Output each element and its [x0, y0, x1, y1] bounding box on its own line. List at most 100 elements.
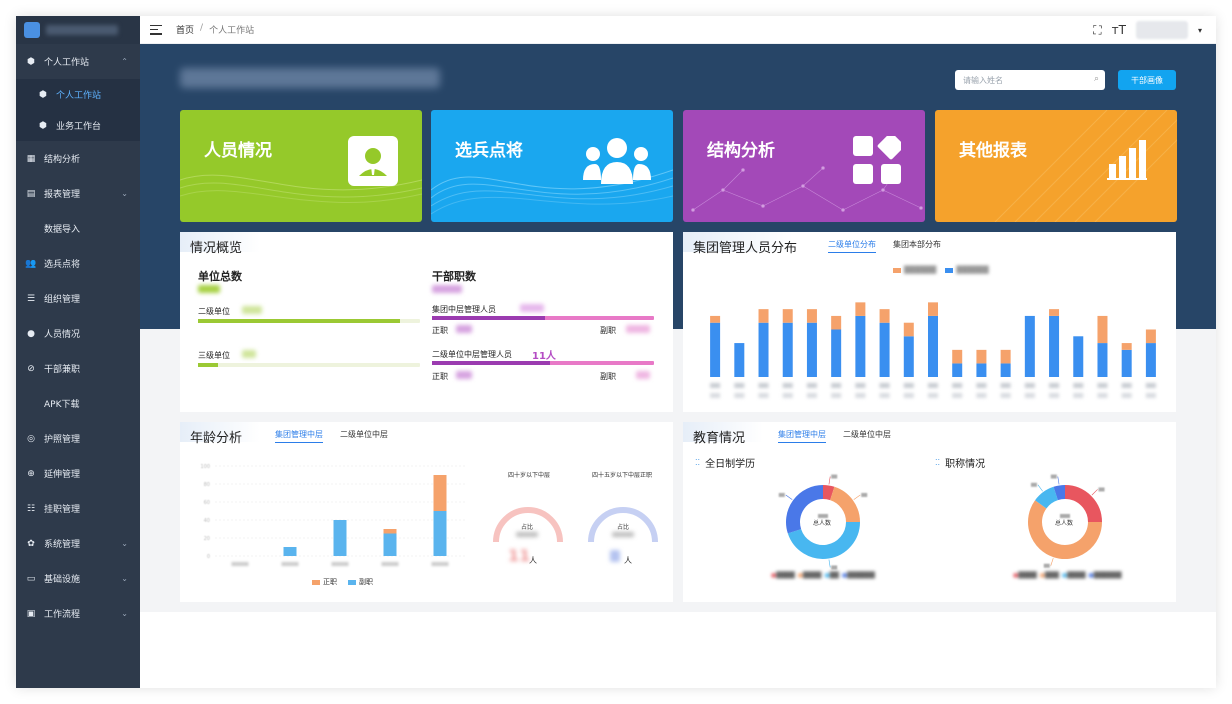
- blank-icon: [26, 224, 36, 234]
- sidebar-item-11[interactable]: ◎ 护照管理: [16, 421, 140, 456]
- chevron-down-icon[interactable]: ⌄: [121, 574, 128, 583]
- sidebar-item-16[interactable]: ▣ 工作流程 ⌄: [16, 596, 140, 631]
- sidebar-item-9[interactable]: ⊘ 干部兼职: [16, 351, 140, 386]
- donut-leader-3: [785, 494, 793, 500]
- tab-sub-unit-mid[interactable]: 二级单位中层: [843, 429, 891, 440]
- page-title-blurred: [180, 68, 440, 88]
- card-structure-analysis[interactable]: 结构分析: [683, 110, 925, 222]
- font-size-icon[interactable]: тT: [1112, 23, 1126, 37]
- chevron-down-icon[interactable]: ⌄: [121, 539, 128, 548]
- card-select-cadres[interactable]: 选兵点将: [431, 110, 673, 222]
- title-subtitle: ⁚⁚ 职称情况: [935, 455, 985, 470]
- user-avatar-blurred[interactable]: [1135, 21, 1188, 39]
- sidebar-item-3[interactable]: ▦ 结构分析: [16, 141, 140, 176]
- dist-xlabel2-blurred-8: [903, 393, 914, 398]
- dist-xlabel-blurred-18: [1145, 383, 1156, 388]
- sidebar-item-8[interactable]: ● 人员情况: [16, 316, 140, 351]
- sidebar-item-2[interactable]: ⬢ 业务工作台: [16, 110, 140, 141]
- tab-hq-distribution[interactable]: 集团本部分布: [893, 239, 941, 250]
- dist-xlabel2-blurred-10: [952, 393, 963, 398]
- age-ytick: 100: [200, 464, 210, 470]
- chevron-down-icon[interactable]: ▾: [1198, 26, 1202, 35]
- sub-mid-fu-label: 副职: [600, 372, 616, 381]
- card-personnel[interactable]: 人员情况: [180, 110, 422, 222]
- chevron-down-icon[interactable]: ⌄: [121, 189, 128, 198]
- dist-xlabel-blurred-16: [1097, 383, 1108, 388]
- sidebar-item-7[interactable]: ☰ 组织管理: [16, 281, 140, 316]
- sidebar-item-0[interactable]: ⬢ 个人工作站 ⌃: [16, 44, 140, 79]
- sidebar-item-label: 工作流程: [44, 610, 81, 620]
- fulltime-subtitle-text: 全日制学历: [705, 459, 756, 470]
- briefcase-icon: ▣: [26, 608, 36, 619]
- gauge1-unit: 人: [529, 556, 537, 565]
- title-subtitle-text: 职称情况: [945, 459, 986, 470]
- sidebar-menu: ⬢ 个人工作站 ⌃ ⬢ 个人工作站 ⬢ 业务工作台 ▦ 结构分析 ▤ 报表管理 ⌄ 数据导入 👥 选兵点将 ☰…: [16, 44, 140, 631]
- dist-bar-1-11: [976, 363, 987, 377]
- bar-chart-icon: [1107, 140, 1147, 180]
- donut-label-blurred-3: [778, 492, 785, 497]
- search-icon[interactable]: ⌕: [1094, 74, 1099, 84]
- gear-icon: ✿: [27, 538, 35, 549]
- sidebar-item-label: 挂职管理: [44, 505, 81, 515]
- brand[interactable]: [16, 16, 140, 44]
- sidebar-item-6[interactable]: 👥 选兵点将: [16, 246, 140, 281]
- tab-group-mid[interactable]: 集团管理中层: [275, 429, 323, 443]
- sidebar-item-12[interactable]: ⊕ 延伸管理: [16, 456, 140, 491]
- sidebar-item-1[interactable]: ⬢ 个人工作站: [16, 79, 140, 110]
- sidebar-item-label: 个人工作站: [44, 58, 90, 68]
- person-badge-icon: [348, 136, 398, 186]
- card-other-reports[interactable]: 其他报表: [935, 110, 1177, 222]
- sidebar-item-5[interactable]: 数据导入: [16, 211, 140, 246]
- tab-sub-unit-distribution[interactable]: 二级单位分布: [828, 239, 876, 253]
- topbar: 首页 / 个人工作站 ⛶ тT ▾: [140, 16, 1216, 44]
- chevron-down-icon[interactable]: ⌄: [121, 609, 128, 618]
- sidebar-item-label: 选兵点将: [44, 260, 81, 270]
- panel-title: 教育情况: [693, 431, 746, 446]
- sidebar-item-4[interactable]: ▤ 报表管理 ⌄: [16, 176, 140, 211]
- panel-title: 年龄分析: [190, 431, 243, 446]
- dist-xlabel-blurred-13: [1024, 383, 1035, 388]
- blank-icon: [26, 399, 36, 409]
- dist-xlabel-blurred-5: [831, 383, 842, 388]
- table-icon: ▤: [26, 188, 36, 199]
- sub-mid-zheng-blurred: [456, 371, 472, 379]
- sidebar-item-15[interactable]: ▭ 基础设施 ⌄: [16, 561, 140, 596]
- person-icon: ●: [27, 328, 35, 339]
- dist-xlabel2-blurred-14: [1049, 393, 1060, 398]
- search-input[interactable]: 请输入姓名 ⌕: [955, 70, 1105, 90]
- breadcrumb-home[interactable]: 首页: [176, 23, 194, 36]
- dist-bar-1-8: [903, 336, 914, 377]
- footer-area: [140, 612, 1216, 688]
- gauge1-label: 四十岁以下中层: [508, 472, 551, 479]
- chevron-up-icon[interactable]: ⌃: [121, 57, 128, 66]
- dist-bar-1-0: [710, 322, 721, 377]
- donut-leader-0: [1091, 489, 1098, 496]
- dist-bar-1-14: [1049, 315, 1060, 377]
- cadre-portrait-button[interactable]: 干部画像: [1118, 70, 1176, 90]
- gauge2-ratio-blurred: [612, 532, 634, 537]
- legend-fu: 副职: [359, 578, 373, 586]
- distribution-bar-chart: [710, 302, 1156, 398]
- sidebar-item-13[interactable]: ☷ 挂职管理: [16, 491, 140, 526]
- legend-zheng: 正职: [323, 578, 337, 586]
- donut1-legend-blurred: ●████ ●████ ●██ ●██████: [771, 572, 875, 579]
- gauge2-value-blurred: [610, 550, 620, 562]
- distribution-panel: 集团管理人员分布 二级单位分布 集团本部分布 ██████ ██████: [683, 232, 1176, 412]
- sidebar-item-10[interactable]: APK下载: [16, 386, 140, 421]
- gauge1: [493, 507, 563, 543]
- tab-group-mid[interactable]: 集团管理中层: [778, 429, 826, 443]
- dist-bar-1-1: [734, 343, 745, 377]
- breadcrumb-separator: /: [200, 23, 204, 33]
- menu-toggle-icon[interactable]: [150, 24, 162, 35]
- age-bar-chart: 0 20 40 60 80 100: [200, 464, 465, 566]
- dist-bar-1-12: [1000, 363, 1011, 377]
- dist-xlabel-blurred-9: [928, 383, 938, 388]
- tab-sub-unit-mid[interactable]: 二级单位中层: [340, 429, 388, 440]
- group-mid-zheng-blurred: [456, 325, 472, 333]
- age-bar-1-4: [433, 511, 447, 556]
- plus-circle-icon: ⊕: [27, 468, 35, 479]
- sidebar-item-14[interactable]: ✿ 系统管理 ⌄: [16, 526, 140, 561]
- fullscreen-icon[interactable]: ⛶: [1093, 23, 1101, 38]
- unit-total-value-blurred: [198, 285, 220, 293]
- level2-label: 二级单位: [198, 307, 230, 316]
